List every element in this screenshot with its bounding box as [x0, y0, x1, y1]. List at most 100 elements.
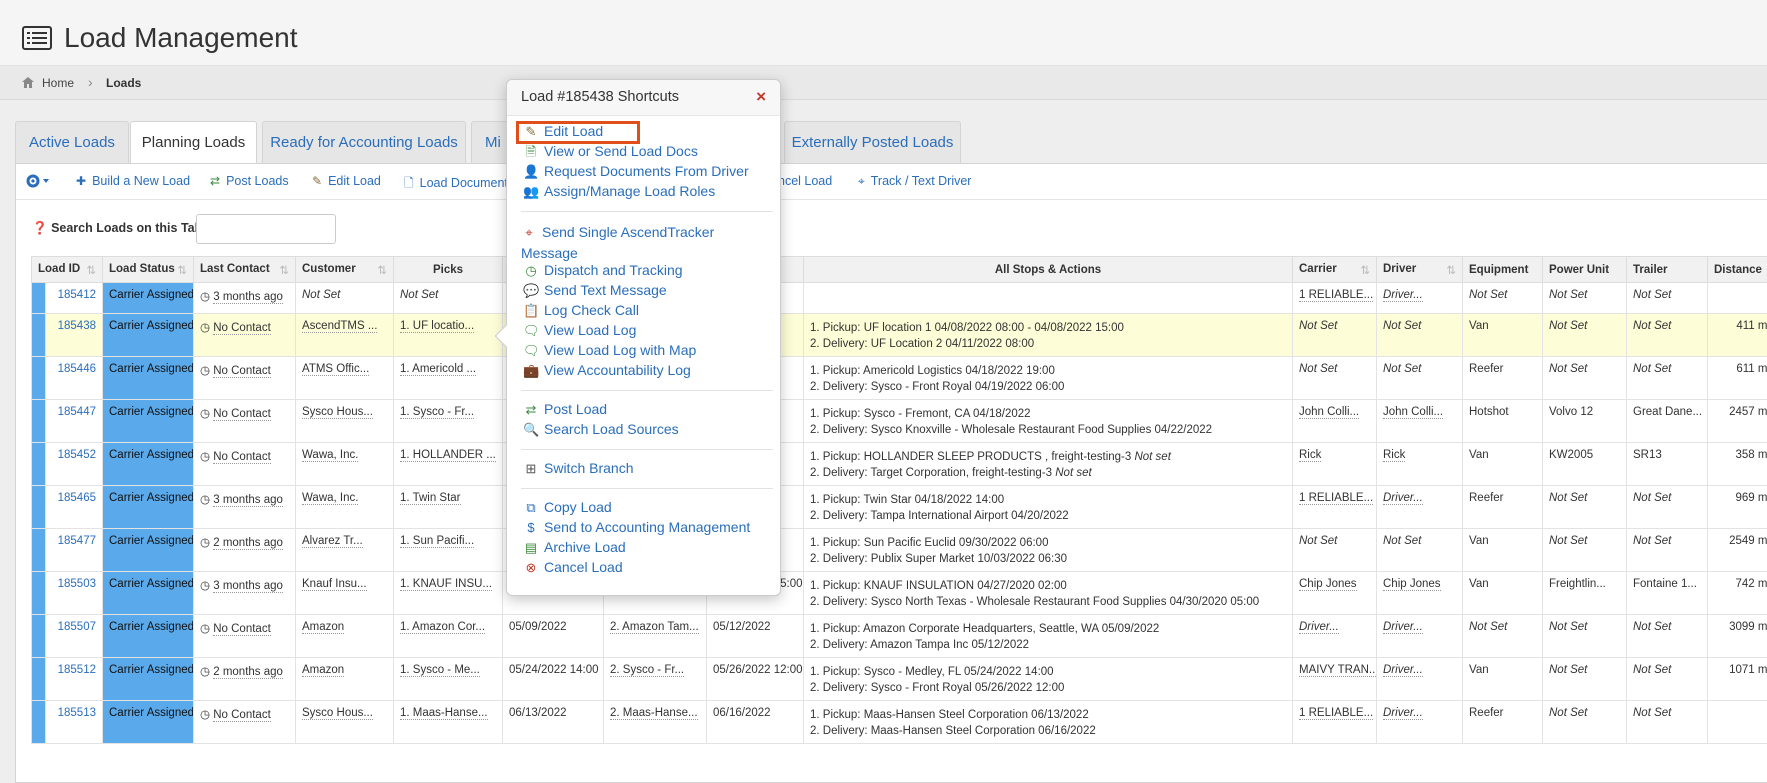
- carrier-cell[interactable]: Not Set: [1293, 357, 1377, 400]
- picks-cell[interactable]: 1. KNAUF INSU...: [394, 572, 503, 615]
- column-header-load-status[interactable]: Load Status ⇅: [103, 257, 194, 283]
- carrier-cell[interactable]: Not Set: [1293, 314, 1377, 357]
- column-header-power-unit[interactable]: Power Unit: [1543, 257, 1627, 283]
- driver-cell[interactable]: Driver...: [1377, 615, 1463, 658]
- column-header-distance[interactable]: Distance: [1708, 257, 1767, 283]
- column-header-driver[interactable]: Driver ⇅: [1377, 257, 1463, 283]
- popover-request-documents[interactable]: 👤Request Documents From Driver: [523, 163, 749, 180]
- track-text-driver-button[interactable]: ⌖Track / Text Driver: [858, 174, 971, 189]
- column-header-load-id[interactable]: Load ID ⇅: [32, 257, 103, 283]
- column-header-picks[interactable]: Picks: [394, 257, 503, 283]
- customer-cell[interactable]: Not Set: [296, 283, 394, 314]
- popover-cancel-load[interactable]: ⊗Cancel Load: [523, 559, 623, 576]
- search-input[interactable]: [196, 214, 336, 244]
- last-contact-cell[interactable]: ◷ No Contact: [194, 443, 296, 486]
- popover-post-load[interactable]: ⇄Post Load: [523, 401, 607, 418]
- tab-active-loads[interactable]: Active Loads: [15, 121, 129, 164]
- driver-cell[interactable]: Driver...: [1377, 701, 1463, 744]
- column-header-trailer[interactable]: Trailer: [1627, 257, 1708, 283]
- breadcrumb-home-link[interactable]: Home: [42, 76, 74, 90]
- carrier-cell[interactable]: Not Set: [1293, 529, 1377, 572]
- last-contact-cell[interactable]: ◷ No Contact: [194, 357, 296, 400]
- table-row[interactable]: 185452Carrier Assigned◷ No ContactWawa, …: [32, 443, 1767, 486]
- last-contact-cell[interactable]: ◷ No Contact: [194, 400, 296, 443]
- picks-cell[interactable]: 1. Maas-Hanse...: [394, 701, 503, 744]
- carrier-cell[interactable]: MAIVY TRAN...: [1293, 658, 1377, 701]
- column-header-carrier[interactable]: Carrier ⇅: [1293, 257, 1377, 283]
- carrier-cell[interactable]: 1 RELIABLE...: [1293, 283, 1377, 314]
- table-row[interactable]: 185512Carrier Assigned◷ 2 months agoAmaz…: [32, 658, 1767, 701]
- customer-cell[interactable]: Amazon: [296, 658, 394, 701]
- popover-send-ascendtracker-message[interactable]: ⌖Send Single AscendTrackerMessage: [521, 222, 761, 263]
- load-document-button[interactable]: 🗋Load Document: [404, 174, 508, 195]
- table-row[interactable]: 185446Carrier Assigned◷ No ContactATMS O…: [32, 357, 1767, 400]
- popover-view-send-load-docs[interactable]: 🗎View or Send Load Docs: [523, 143, 698, 165]
- table-row[interactable]: 185507Carrier Assigned◷ No ContactAmazon…: [32, 615, 1767, 658]
- carrier-cell[interactable]: Driver...: [1293, 615, 1377, 658]
- gear-menu-button[interactable]: [24, 171, 54, 193]
- load-id-link[interactable]: 185477: [46, 529, 103, 572]
- popover-view-accountability-log[interactable]: 💼View Accountability Log: [523, 362, 691, 379]
- driver-cell[interactable]: Not Set: [1377, 357, 1463, 400]
- carrier-cell[interactable]: Rick: [1293, 443, 1377, 486]
- last-contact-cell[interactable]: ◷ No Contact: [194, 615, 296, 658]
- driver-cell[interactable]: Not Set: [1377, 529, 1463, 572]
- tab-ready-for-accounting-loads[interactable]: Ready for Accounting Loads: [262, 121, 466, 164]
- post-loads-button[interactable]: ⇄Post Loads: [210, 174, 289, 188]
- last-contact-cell[interactable]: ◷ 2 months ago: [194, 658, 296, 701]
- picks-cell[interactable]: 1. UF locatio...: [394, 314, 503, 357]
- picks-cell[interactable]: 1. Amazon Cor...: [394, 615, 503, 658]
- table-row[interactable]: 185477Carrier Assigned◷ 2 months agoAlva…: [32, 529, 1767, 572]
- popover-view-load-log[interactable]: 🗨View Load Log: [523, 322, 636, 339]
- load-id-link[interactable]: 185503: [46, 572, 103, 615]
- load-id-link[interactable]: 185452: [46, 443, 103, 486]
- last-contact-cell[interactable]: ◷ 3 months ago: [194, 283, 296, 314]
- picks-cell[interactable]: 1. Twin Star: [394, 486, 503, 529]
- column-header-customer[interactable]: Customer ⇅: [296, 257, 394, 283]
- carrier-cell[interactable]: 1 RELIABLE...: [1293, 701, 1377, 744]
- close-icon[interactable]: ×: [756, 87, 766, 107]
- last-contact-cell[interactable]: ◷ 3 months ago: [194, 572, 296, 615]
- driver-cell[interactable]: Rick: [1377, 443, 1463, 486]
- customer-cell[interactable]: AscendTMS ...: [296, 314, 394, 357]
- customer-cell[interactable]: Wawa, Inc.: [296, 486, 394, 529]
- popover-send-to-accounting[interactable]: $Send to Accounting Management: [523, 519, 750, 535]
- last-contact-cell[interactable]: ◷ 3 months ago: [194, 486, 296, 529]
- customer-cell[interactable]: Alvarez Tr...: [296, 529, 394, 572]
- edit-load-button[interactable]: ✎Edit Load: [312, 174, 381, 188]
- table-row[interactable]: 185503Carrier Assigned◷ 3 months agoKnau…: [32, 572, 1767, 615]
- carrier-cell[interactable]: John Colli...: [1293, 400, 1377, 443]
- popover-log-check-call[interactable]: 📋Log Check Call: [523, 302, 639, 319]
- last-contact-cell[interactable]: ◷ 2 months ago: [194, 529, 296, 572]
- picks-cell[interactable]: 1. HOLLANDER ...: [394, 443, 503, 486]
- load-id-link[interactable]: 185513: [46, 701, 103, 744]
- driver-cell[interactable]: Driver...: [1377, 486, 1463, 529]
- table-row[interactable]: 185412Carrier Assigned◷ 3 months agoNot …: [32, 283, 1767, 314]
- driver-cell[interactable]: Chip Jones: [1377, 572, 1463, 615]
- customer-cell[interactable]: Wawa, Inc.: [296, 443, 394, 486]
- cancel-load-button[interactable]: ncel Load: [778, 174, 832, 188]
- column-header-last-contact[interactable]: Last Contact ⇅: [194, 257, 296, 283]
- table-row[interactable]: 185513Carrier Assigned◷ No ContactSysco …: [32, 701, 1767, 744]
- popover-assign-load-roles[interactable]: 👥Assign/Manage Load Roles: [523, 183, 715, 200]
- driver-cell[interactable]: Driver...: [1377, 283, 1463, 314]
- column-header-equipment[interactable]: Equipment: [1463, 257, 1543, 283]
- tab-externally-posted-loads[interactable]: Externally Posted Loads: [784, 121, 961, 164]
- load-id-link[interactable]: 185512: [46, 658, 103, 701]
- popover-dispatch-tracking[interactable]: ◷Dispatch and Tracking: [523, 262, 683, 279]
- last-contact-cell[interactable]: ◷ No Contact: [194, 314, 296, 357]
- customer-cell[interactable]: Knauf Insu...: [296, 572, 394, 615]
- load-id-link[interactable]: 185447: [46, 400, 103, 443]
- picks-cell[interactable]: 1. Americold ...: [394, 357, 503, 400]
- popover-view-load-log-map[interactable]: 🗨View Load Log with Map: [523, 342, 696, 359]
- load-id-link[interactable]: 185412: [46, 283, 103, 314]
- driver-cell[interactable]: John Colli...: [1377, 400, 1463, 443]
- table-row[interactable]: 185438Carrier Assigned◷ No ContactAscend…: [32, 314, 1767, 357]
- load-id-link[interactable]: 185465: [46, 486, 103, 529]
- customer-cell[interactable]: ATMS Offic...: [296, 357, 394, 400]
- load-id-link[interactable]: 185438: [46, 314, 103, 357]
- picks-cell[interactable]: Not Set: [394, 283, 503, 314]
- popover-send-text-message[interactable]: 💬Send Text Message: [523, 282, 667, 299]
- picks-cell[interactable]: 1. Sun Pacifi...: [394, 529, 503, 572]
- driver-cell[interactable]: Driver...: [1377, 658, 1463, 701]
